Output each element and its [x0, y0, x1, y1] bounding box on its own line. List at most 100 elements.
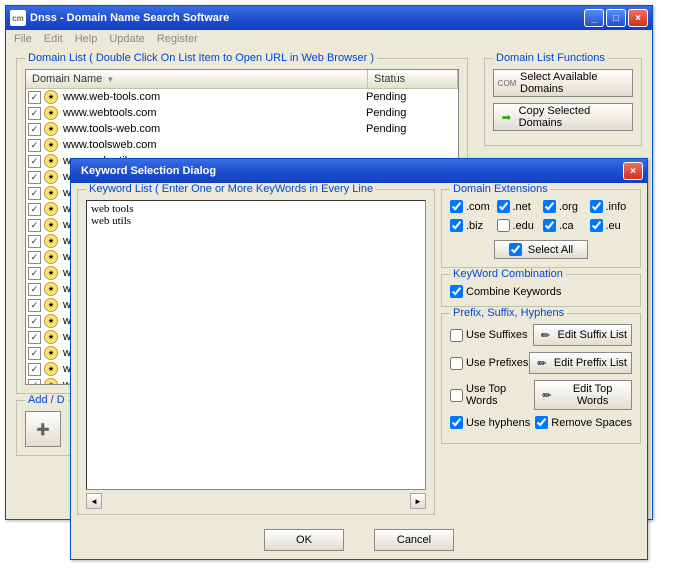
- keyword-textarea[interactable]: [86, 200, 426, 490]
- main-title: Dnss - Domain Name Search Software: [30, 12, 582, 24]
- menu-edit[interactable]: Edit: [44, 33, 63, 45]
- menu-help[interactable]: Help: [75, 33, 98, 45]
- row-checkbox[interactable]: ✓: [28, 155, 41, 168]
- extension-checkbox[interactable]: .org: [543, 200, 586, 213]
- row-checkbox[interactable]: ✓: [28, 203, 41, 216]
- domain-icon: ★: [44, 186, 58, 200]
- menu-register[interactable]: Register: [157, 33, 198, 45]
- use-top-words-checkbox[interactable]: Use Top Words: [450, 383, 534, 407]
- menu-file[interactable]: File: [14, 33, 32, 45]
- main-titlebar[interactable]: cm Dnss - Domain Name Search Software _ …: [6, 6, 652, 30]
- row-checkbox[interactable]: ✓: [28, 187, 41, 200]
- close-button[interactable]: ×: [628, 9, 648, 27]
- status-cell: Pending: [366, 123, 456, 135]
- domain-icon: ★: [44, 330, 58, 344]
- remove-spaces-checkbox[interactable]: Remove Spaces: [535, 416, 632, 429]
- column-status[interactable]: Status: [368, 70, 458, 88]
- dialog-button-row: OK Cancel: [71, 521, 647, 559]
- table-row[interactable]: ✓★www.webtools.comPending: [26, 105, 458, 121]
- row-checkbox[interactable]: ✓: [28, 331, 41, 344]
- use-suffixes-checkbox[interactable]: Use Suffixes: [450, 329, 528, 342]
- app-icon: cm: [10, 10, 26, 26]
- dialog-close-button[interactable]: ×: [623, 162, 643, 180]
- row-checkbox[interactable]: ✓: [28, 299, 41, 312]
- list-header: Domain Name ▼ Status: [26, 70, 458, 89]
- minimize-button[interactable]: _: [584, 9, 604, 27]
- ok-button[interactable]: OK: [264, 529, 344, 551]
- row-checkbox[interactable]: ✓: [28, 379, 41, 386]
- maximize-button[interactable]: □: [606, 9, 626, 27]
- row-checkbox[interactable]: ✓: [28, 171, 41, 184]
- keyword-list-legend: Keyword List ( Enter One or More KeyWord…: [86, 183, 376, 195]
- keyword-list-group: Keyword List ( Enter One or More KeyWord…: [77, 189, 435, 515]
- extension-checkbox[interactable]: .eu: [590, 219, 633, 232]
- domain-icon: ★: [44, 122, 58, 136]
- use-prefixes-checkbox[interactable]: Use Prefixes: [450, 357, 528, 370]
- row-checkbox[interactable]: ✓: [28, 251, 41, 264]
- extension-checkbox[interactable]: .com: [450, 200, 493, 213]
- row-checkbox[interactable]: ✓: [28, 91, 41, 104]
- domain-icon: ★: [44, 282, 58, 296]
- pencil-icon: ✏: [534, 355, 550, 371]
- domain-name-cell: www.tools-web.com: [61, 123, 366, 135]
- extension-checkbox[interactable]: .net: [497, 200, 540, 213]
- table-row[interactable]: ✓★www.toolsweb.com: [26, 137, 458, 153]
- arrow-right-icon: ➡: [498, 108, 515, 126]
- domain-icon: ★: [44, 218, 58, 232]
- domain-icon: ★: [44, 106, 58, 120]
- textarea-scrollbar[interactable]: ◄ ►: [86, 493, 426, 509]
- row-checkbox[interactable]: ✓: [28, 107, 41, 120]
- domain-list-legend: Domain List ( Double Click On List Item …: [25, 52, 377, 64]
- extension-checkbox[interactable]: .biz: [450, 219, 493, 232]
- pencil-icon: ✏: [539, 387, 554, 403]
- row-checkbox[interactable]: ✓: [28, 283, 41, 296]
- domain-icon: ★: [44, 346, 58, 360]
- dialog-titlebar[interactable]: Keyword Selection Dialog ×: [71, 159, 647, 183]
- row-checkbox[interactable]: ✓: [28, 123, 41, 136]
- extension-checkbox[interactable]: .info: [590, 200, 633, 213]
- row-checkbox[interactable]: ✓: [28, 235, 41, 248]
- row-checkbox[interactable]: ✓: [28, 363, 41, 376]
- menu-update[interactable]: Update: [109, 33, 144, 45]
- row-checkbox[interactable]: ✓: [28, 315, 41, 328]
- row-checkbox[interactable]: ✓: [28, 139, 41, 152]
- combine-keywords-checkbox[interactable]: Combine Keywords: [450, 285, 632, 298]
- ta-scroll-left-icon[interactable]: ◄: [86, 493, 102, 509]
- extension-checkbox[interactable]: .ca: [543, 219, 586, 232]
- row-checkbox[interactable]: ✓: [28, 219, 41, 232]
- ta-scroll-right-icon[interactable]: ►: [410, 493, 426, 509]
- domain-icon: ★: [44, 298, 58, 312]
- edit-prefix-button[interactable]: ✏Edit Preffix List: [529, 352, 632, 374]
- keyword-dialog: Keyword Selection Dialog × Keyword List …: [70, 158, 648, 560]
- psh-legend: Prefix, Suffix, Hyphens: [450, 307, 567, 319]
- add-button[interactable]: ➕: [25, 411, 61, 447]
- copy-selected-button[interactable]: ➡ Copy Selected Domains: [493, 103, 633, 131]
- select-all-button[interactable]: Select All: [494, 240, 588, 259]
- select-all-checkbox[interactable]: [509, 243, 522, 256]
- edit-top-words-button[interactable]: ✏Edit Top Words: [534, 380, 632, 410]
- select-available-button[interactable]: COM Select Available Domains: [493, 69, 633, 97]
- domain-icon: ★: [44, 266, 58, 280]
- edit-suffix-button[interactable]: ✏Edit Suffix List: [533, 324, 633, 346]
- sort-arrow-icon: ▼: [106, 75, 114, 84]
- extensions-legend: Domain Extensions: [450, 183, 551, 195]
- domain-icon: ★: [44, 170, 58, 184]
- domain-icon: ★: [44, 202, 58, 216]
- dialog-title: Keyword Selection Dialog: [75, 165, 621, 177]
- menubar: File Edit Help Update Register: [6, 30, 652, 48]
- extension-checkbox[interactable]: .edu: [497, 219, 540, 232]
- row-checkbox[interactable]: ✓: [28, 267, 41, 280]
- domain-icon: ★: [44, 234, 58, 248]
- domain-name-cell: www.web-tools.com: [61, 91, 366, 103]
- table-row[interactable]: ✓★www.tools-web.comPending: [26, 121, 458, 137]
- row-checkbox[interactable]: ✓: [28, 347, 41, 360]
- domain-icon: ★: [44, 90, 58, 104]
- table-row[interactable]: ✓★www.web-tools.comPending: [26, 89, 458, 105]
- column-domain-name[interactable]: Domain Name ▼: [26, 70, 368, 88]
- pencil-icon: ✏: [538, 327, 554, 343]
- status-cell: Pending: [366, 107, 456, 119]
- extensions-group: Domain Extensions .com.net.org.info.biz.…: [441, 189, 641, 268]
- use-hyphens-checkbox[interactable]: Use hyphens: [450, 416, 530, 429]
- cancel-button[interactable]: Cancel: [374, 529, 454, 551]
- add-delete-legend: Add / D: [25, 394, 68, 406]
